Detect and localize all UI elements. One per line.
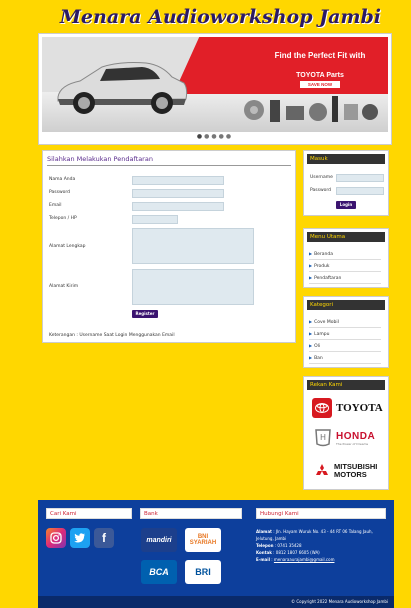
register-button[interactable]: Register bbox=[132, 310, 158, 318]
social-title: Cari Kami bbox=[46, 508, 132, 519]
banner-image[interactable]: Find the Perfect Fit with TOYOTA Parts S… bbox=[42, 37, 388, 132]
password-label: Password bbox=[49, 190, 71, 195]
promo-headline: Find the Perfect Fit with bbox=[274, 51, 366, 60]
arrow-icon: ▶ bbox=[309, 251, 313, 256]
arrow-icon: ▶ bbox=[309, 343, 313, 348]
arrow-icon: ▶ bbox=[309, 331, 313, 336]
banner-slider[interactable]: Find the Perfect Fit with TOYOTA Parts S… bbox=[38, 33, 392, 145]
login-password-input[interactable] bbox=[336, 187, 384, 195]
password-input[interactable] bbox=[132, 189, 224, 198]
address-textarea[interactable] bbox=[132, 228, 254, 264]
twitter-icon[interactable] bbox=[70, 528, 90, 548]
arrow-icon: ▶ bbox=[309, 355, 313, 360]
mandiri-logo: mandiri bbox=[141, 528, 177, 552]
name-input[interactable] bbox=[132, 176, 224, 185]
honda-logo[interactable]: H HONDA The Power of Dreams bbox=[314, 427, 384, 449]
registration-title: Silahkan Melakukan Pendaftaran bbox=[47, 155, 291, 166]
car-image bbox=[57, 62, 188, 114]
category-item-lampu[interactable]: ▶ Lampu bbox=[309, 331, 381, 340]
contact-wa: Kontak : 0812 1807 6605 (WA) bbox=[256, 550, 320, 555]
login-box: Masuk Username Password Login bbox=[303, 150, 389, 216]
registration-note: Keterangan : Username Saat Login Menggun… bbox=[49, 333, 175, 338]
site-title[interactable]: Menara Audioworkshop Jambi bbox=[0, 6, 411, 28]
username-input[interactable] bbox=[336, 174, 384, 182]
social-links: f bbox=[46, 528, 114, 548]
svg-text:H: H bbox=[320, 433, 326, 442]
arrow-icon: ▶ bbox=[309, 275, 313, 280]
password-label: Password bbox=[310, 188, 332, 193]
username-label: Username bbox=[310, 175, 333, 180]
instagram-icon[interactable] bbox=[46, 528, 66, 548]
contact-email[interactable]: E-mail : menaraaurajambi@gmail.com bbox=[256, 556, 388, 563]
main-menu-title: Menu Utama bbox=[307, 232, 385, 242]
email-label: Email bbox=[49, 203, 62, 208]
menu-item-pendaftaran[interactable]: ▶ Pendaftaran bbox=[309, 275, 381, 284]
shipping-address-textarea[interactable] bbox=[132, 269, 254, 305]
toyota-logo[interactable]: TOYOTA bbox=[312, 397, 384, 419]
category-item-oli[interactable]: ▶ Oli bbox=[309, 343, 381, 352]
contact-info: Alamat : Jln. Hayam Wuruk No. 43 - 44 RT… bbox=[256, 528, 388, 563]
promo-cta[interactable]: SAVE NOW bbox=[300, 81, 340, 88]
shipping-address-label: Alamat Kirim bbox=[49, 284, 79, 289]
bri-logo: BRI bbox=[185, 560, 221, 584]
contact-address: Alamat : Jln. Hayam Wuruk No. 43 - 44 RT… bbox=[256, 529, 373, 541]
promo-brand: TOYOTA Parts bbox=[296, 72, 344, 79]
phone-input[interactable] bbox=[132, 215, 178, 224]
main-menu-box: Menu Utama ▶ Beranda ▶ Produk ▶ Pendaftaran bbox=[303, 228, 389, 288]
mitsubishi-logo[interactable]: MITSUBISHI MOTORS bbox=[314, 457, 384, 485]
partners-box: Rekan Kami TOYOTA H HONDA The Power of D… bbox=[303, 376, 389, 490]
arrow-icon: ▶ bbox=[309, 319, 313, 324]
bni-syariah-logo: BNI SYARIAH bbox=[185, 528, 221, 552]
copyright: © Copyright 2022 Menara Audioworkshop Ja… bbox=[38, 596, 394, 608]
menu-item-produk[interactable]: ▶ Produk bbox=[309, 263, 381, 272]
contact-phone: Telepon : 0741 35428 bbox=[256, 543, 302, 548]
registration-panel: Silahkan Melakukan Pendaftaran Nama Anda… bbox=[42, 150, 296, 343]
slider-dots[interactable]: ●●●●● bbox=[39, 133, 391, 140]
menu-item-beranda[interactable]: ▶ Beranda bbox=[309, 251, 381, 260]
contact-title: Hubungi Kami bbox=[256, 508, 386, 519]
partners-title: Rekan Kami bbox=[307, 380, 385, 390]
category-box: Kategori ▶ Cove Mobil ▶ Lampu ▶ Oli ▶ Ban bbox=[303, 296, 389, 368]
phone-label: Telepon / HP bbox=[49, 216, 77, 221]
facebook-icon[interactable]: f bbox=[94, 528, 114, 548]
name-label: Nama Anda bbox=[49, 177, 76, 182]
bank-title: Bank bbox=[140, 508, 242, 519]
parts-image bbox=[244, 96, 378, 122]
email-input[interactable] bbox=[132, 202, 224, 211]
login-title: Masuk bbox=[307, 154, 385, 164]
footer: Cari Kami Bank Hubungi Kami f mandiri BN… bbox=[38, 500, 394, 608]
arrow-icon: ▶ bbox=[309, 263, 313, 268]
category-item-ban[interactable]: ▶ Ban bbox=[309, 355, 381, 364]
category-title: Kategori bbox=[307, 300, 385, 310]
category-item-cove-mobil[interactable]: ▶ Cove Mobil bbox=[309, 319, 381, 328]
address-label: Alamat Lengkap bbox=[49, 244, 86, 249]
bca-logo: BCA bbox=[141, 560, 177, 584]
login-button[interactable]: Login bbox=[336, 201, 356, 209]
